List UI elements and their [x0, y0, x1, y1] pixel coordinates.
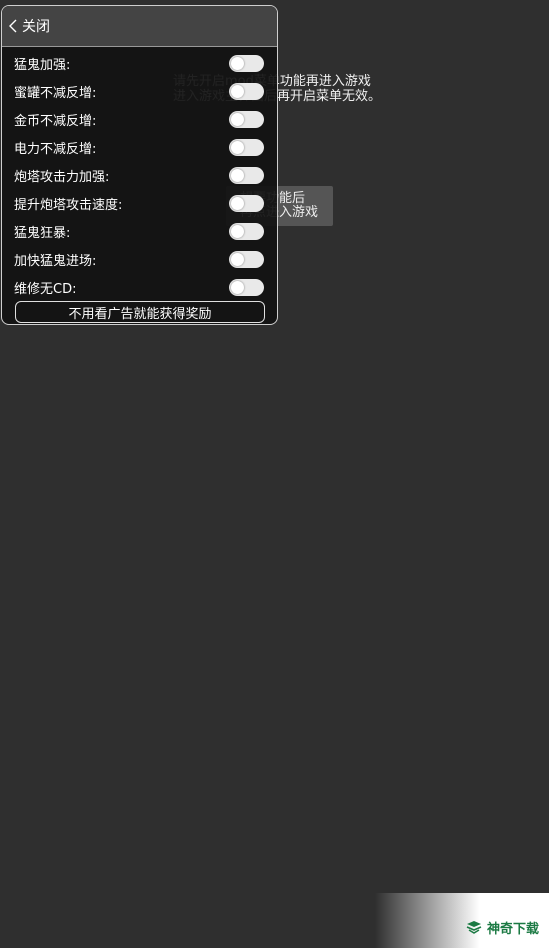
power-switch[interactable] [229, 138, 264, 156]
repair-no-cd-switch[interactable] [229, 278, 264, 296]
toggle-row-power: 电力不减反增: [2, 133, 277, 161]
toggle-label: 猛鬼狂暴: [14, 225, 71, 241]
toggle-label: 金币不减反增: [14, 113, 97, 129]
gold-switch[interactable] [229, 110, 264, 128]
toggle-label: 维修无CD: [14, 281, 77, 297]
toggle-row-ghost-entry: 加快猛鬼进场: [2, 245, 277, 273]
toggle-label: 蜜罐不减反增: [14, 85, 97, 101]
ghost-rage-switch[interactable] [229, 222, 264, 240]
toggle-row-honeypot: 蜜罐不减反增: [2, 77, 277, 105]
toggle-row-turret-attack: 炮塔攻击力加强: [2, 161, 277, 189]
toggle-row-gold: 金币不减反增: [2, 105, 277, 133]
mod-menu-panel: 关闭 猛鬼加强: 蜜罐不减反增: 金币不减反增: 电力不减反增: 炮塔攻击力加强… [1, 5, 278, 325]
watermark-text: 神奇下载 [487, 922, 540, 937]
close-label: 关闭 [22, 19, 50, 35]
toggle-label: 提升炮塔攻击速度: [14, 197, 123, 213]
toggle-row-turret-speed: 提升炮塔攻击速度: [2, 189, 277, 217]
reward-without-ads-button[interactable]: 不用看广告就能获得奖励 [15, 301, 265, 323]
toggle-label: 电力不减反增: [14, 141, 97, 157]
watermark-logo-icon [466, 921, 482, 934]
close-button[interactable]: 关闭 [2, 6, 277, 47]
turret-speed-switch[interactable] [229, 194, 264, 212]
toggle-label: 炮塔攻击力加强: [14, 169, 110, 185]
ghost-entry-switch[interactable] [229, 250, 264, 268]
toggle-label: 猛鬼加强: [14, 57, 71, 73]
honeypot-switch[interactable] [229, 82, 264, 100]
ghost-boost-switch[interactable] [229, 54, 264, 72]
chevron-left-icon [9, 19, 17, 33]
toggle-list: 猛鬼加强: 蜜罐不减反增: 金币不减反增: 电力不减反增: 炮塔攻击力加强: 提… [2, 47, 277, 301]
toggle-row-ghost-rage: 猛鬼狂暴: [2, 217, 277, 245]
toggle-row-repair-no-cd: 维修无CD: [2, 273, 277, 301]
toggle-label: 加快猛鬼进场: [14, 253, 97, 269]
toggle-row-ghost-boost: 猛鬼加强: [2, 49, 277, 77]
turret-attack-switch[interactable] [229, 166, 264, 184]
